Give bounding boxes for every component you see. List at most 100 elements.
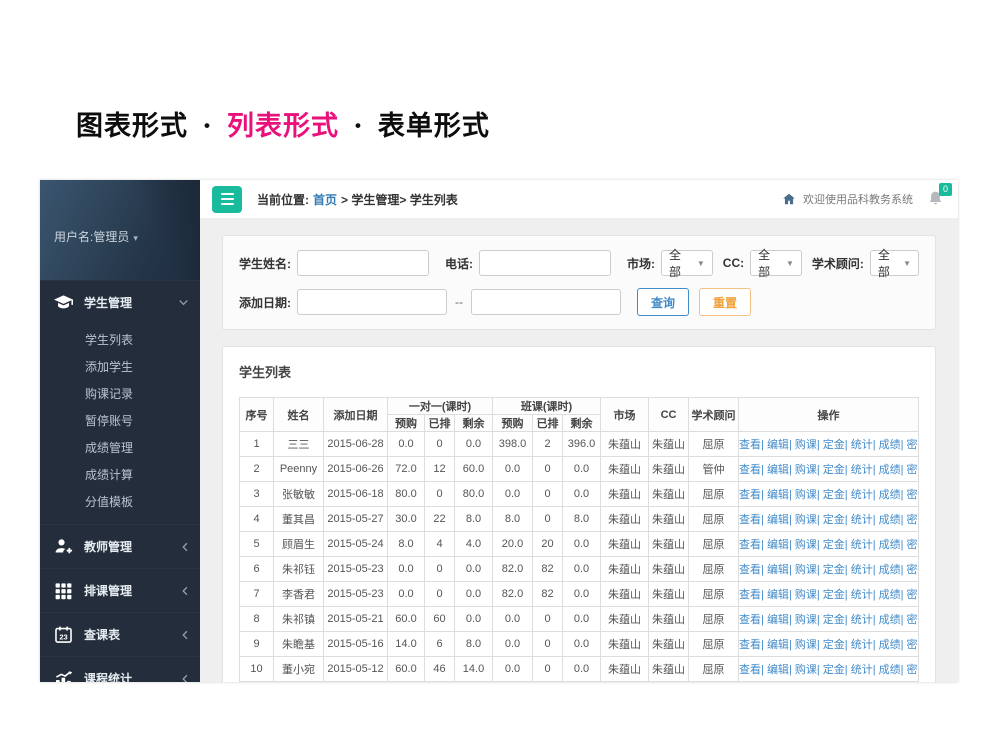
action-link-1[interactable]: 查看 — [739, 589, 761, 601]
action-link-6[interactable]: 成绩 — [879, 639, 901, 651]
sidebar-item-course-statistics[interactable]: 课程统计 — [40, 656, 200, 682]
action-link-1[interactable]: 查看 — [739, 539, 761, 551]
date-from-input[interactable] — [297, 289, 447, 315]
action-link-1[interactable]: 查看 — [739, 564, 761, 576]
student-name-input[interactable] — [297, 250, 429, 276]
action-link-5[interactable]: 统计 — [851, 664, 873, 676]
phone-input[interactable] — [479, 250, 611, 276]
action-link-6[interactable]: 成绩 — [879, 464, 901, 476]
welcome-link[interactable]: 欢迎使用品科教务系统 — [803, 191, 913, 207]
action-link-3[interactable]: 购课 — [795, 439, 817, 451]
notifications-bell-icon[interactable]: 0 — [928, 190, 944, 208]
action-link-7[interactable]: 密码 — [907, 539, 919, 551]
action-link-3[interactable]: 购课 — [795, 639, 817, 651]
action-link-3[interactable]: 购课 — [795, 464, 817, 476]
action-link-4[interactable]: 定金 — [823, 464, 845, 476]
action-link-5[interactable]: 统计 — [851, 564, 873, 576]
action-link-4[interactable]: 定金 — [823, 639, 845, 651]
action-link-1[interactable]: 查看 — [739, 489, 761, 501]
action-link-4[interactable]: 定金 — [823, 589, 845, 601]
action-link-1[interactable]: 查看 — [739, 464, 761, 476]
action-link-1[interactable]: 查看 — [739, 514, 761, 526]
action-link-7[interactable]: 密码 — [907, 514, 919, 526]
action-link-3[interactable]: 购课 — [795, 514, 817, 526]
action-link-5[interactable]: 统计 — [851, 489, 873, 501]
action-link-2[interactable]: 编辑 — [767, 564, 789, 576]
action-link-2[interactable]: 编辑 — [767, 464, 789, 476]
sidebar-item-grade-calculation[interactable]: 成绩计算 — [40, 461, 200, 488]
action-link-3[interactable]: 购课 — [795, 539, 817, 551]
sidebar-item-student-list[interactable]: 学生列表 — [40, 326, 200, 353]
action-link-2[interactable]: 编辑 — [767, 639, 789, 651]
sidebar-item-purchase-records[interactable]: 购课记录 — [40, 380, 200, 407]
action-link-4[interactable]: 定金 — [823, 564, 845, 576]
action-link-1[interactable]: 查看 — [739, 664, 761, 676]
search-button[interactable]: 查询 — [637, 288, 689, 316]
action-link-4[interactable]: 定金 — [823, 539, 845, 551]
action-link-5[interactable]: 统计 — [851, 439, 873, 451]
action-link-6[interactable]: 成绩 — [879, 564, 901, 576]
action-link-2[interactable]: 编辑 — [767, 539, 789, 551]
action-link-7[interactable]: 密码 — [907, 664, 919, 676]
action-link-7[interactable]: 密码 — [907, 489, 919, 501]
action-link-4[interactable]: 定金 — [823, 514, 845, 526]
action-link-3[interactable]: 购课 — [795, 664, 817, 676]
action-link-7[interactable]: 密码 — [907, 614, 919, 626]
action-link-6[interactable]: 成绩 — [879, 539, 901, 551]
sidebar-item-teacher-management[interactable]: 教师管理 — [40, 524, 200, 568]
reset-button[interactable]: 重置 — [699, 288, 751, 316]
action-link-3[interactable]: 购课 — [795, 564, 817, 576]
action-link-6[interactable]: 成绩 — [879, 664, 901, 676]
action-link-5[interactable]: 统计 — [851, 589, 873, 601]
action-link-5[interactable]: 统计 — [851, 464, 873, 476]
sidebar-item-student-management[interactable]: 学生管理 — [40, 280, 200, 324]
action-link-7[interactable]: 密码 — [907, 639, 919, 651]
action-link-2[interactable]: 编辑 — [767, 614, 789, 626]
sidebar-item-schedule-management[interactable]: 排课管理 — [40, 568, 200, 612]
action-link-4[interactable]: 定金 — [823, 489, 845, 501]
sidebar-item-timetable[interactable]: 23查课表 — [40, 612, 200, 656]
action-link-6[interactable]: 成绩 — [879, 489, 901, 501]
action-link-6[interactable]: 成绩 — [879, 514, 901, 526]
home-icon[interactable] — [782, 192, 796, 206]
action-link-3[interactable]: 购课 — [795, 589, 817, 601]
action-link-5[interactable]: 统计 — [851, 639, 873, 651]
action-link-3[interactable]: 购课 — [795, 614, 817, 626]
table-cell: 0.0 — [388, 432, 425, 457]
action-link-5[interactable]: 统计 — [851, 614, 873, 626]
sidebar-item-add-student[interactable]: 添加学生 — [40, 353, 200, 380]
table-cell: 0.0 — [563, 457, 601, 482]
action-link-6[interactable]: 成绩 — [879, 589, 901, 601]
action-link-7[interactable]: 密码 — [907, 464, 919, 476]
action-link-4[interactable]: 定金 — [823, 614, 845, 626]
action-link-7[interactable]: 密码 — [907, 439, 919, 451]
action-link-2[interactable]: 编辑 — [767, 664, 789, 676]
breadcrumb-home-link[interactable]: 首页 — [313, 191, 337, 208]
user-menu[interactable]: 用户名:管理员▾ — [54, 228, 138, 245]
action-link-4[interactable]: 定金 — [823, 664, 845, 676]
col-remaining: 剩余 — [563, 415, 601, 432]
action-link-2[interactable]: 编辑 — [767, 514, 789, 526]
action-link-7[interactable]: 密码 — [907, 589, 919, 601]
action-link-1[interactable]: 查看 — [739, 439, 761, 451]
action-link-4[interactable]: 定金 — [823, 439, 845, 451]
action-link-2[interactable]: 编辑 — [767, 489, 789, 501]
action-link-3[interactable]: 购课 — [795, 489, 817, 501]
action-link-6[interactable]: 成绩 — [879, 439, 901, 451]
action-link-1[interactable]: 查看 — [739, 614, 761, 626]
date-to-input[interactable] — [471, 289, 621, 315]
action-link-5[interactable]: 统计 — [851, 539, 873, 551]
action-link-2[interactable]: 编辑 — [767, 439, 789, 451]
action-link-5[interactable]: 统计 — [851, 514, 873, 526]
sidebar-item-grade-management[interactable]: 成绩管理 — [40, 434, 200, 461]
action-link-2[interactable]: 编辑 — [767, 589, 789, 601]
market-select[interactable]: 全部▼ — [661, 250, 713, 276]
action-link-6[interactable]: 成绩 — [879, 614, 901, 626]
sidebar-item-score-template[interactable]: 分值模板 — [40, 488, 200, 515]
sidebar-item-suspend-account[interactable]: 暂停账号 — [40, 407, 200, 434]
action-link-7[interactable]: 密码 — [907, 564, 919, 576]
menu-toggle-button[interactable] — [212, 186, 242, 213]
cc-select[interactable]: 全部▼ — [750, 250, 802, 276]
action-link-1[interactable]: 查看 — [739, 639, 761, 651]
advisor-select[interactable]: 全部▼ — [870, 250, 919, 276]
